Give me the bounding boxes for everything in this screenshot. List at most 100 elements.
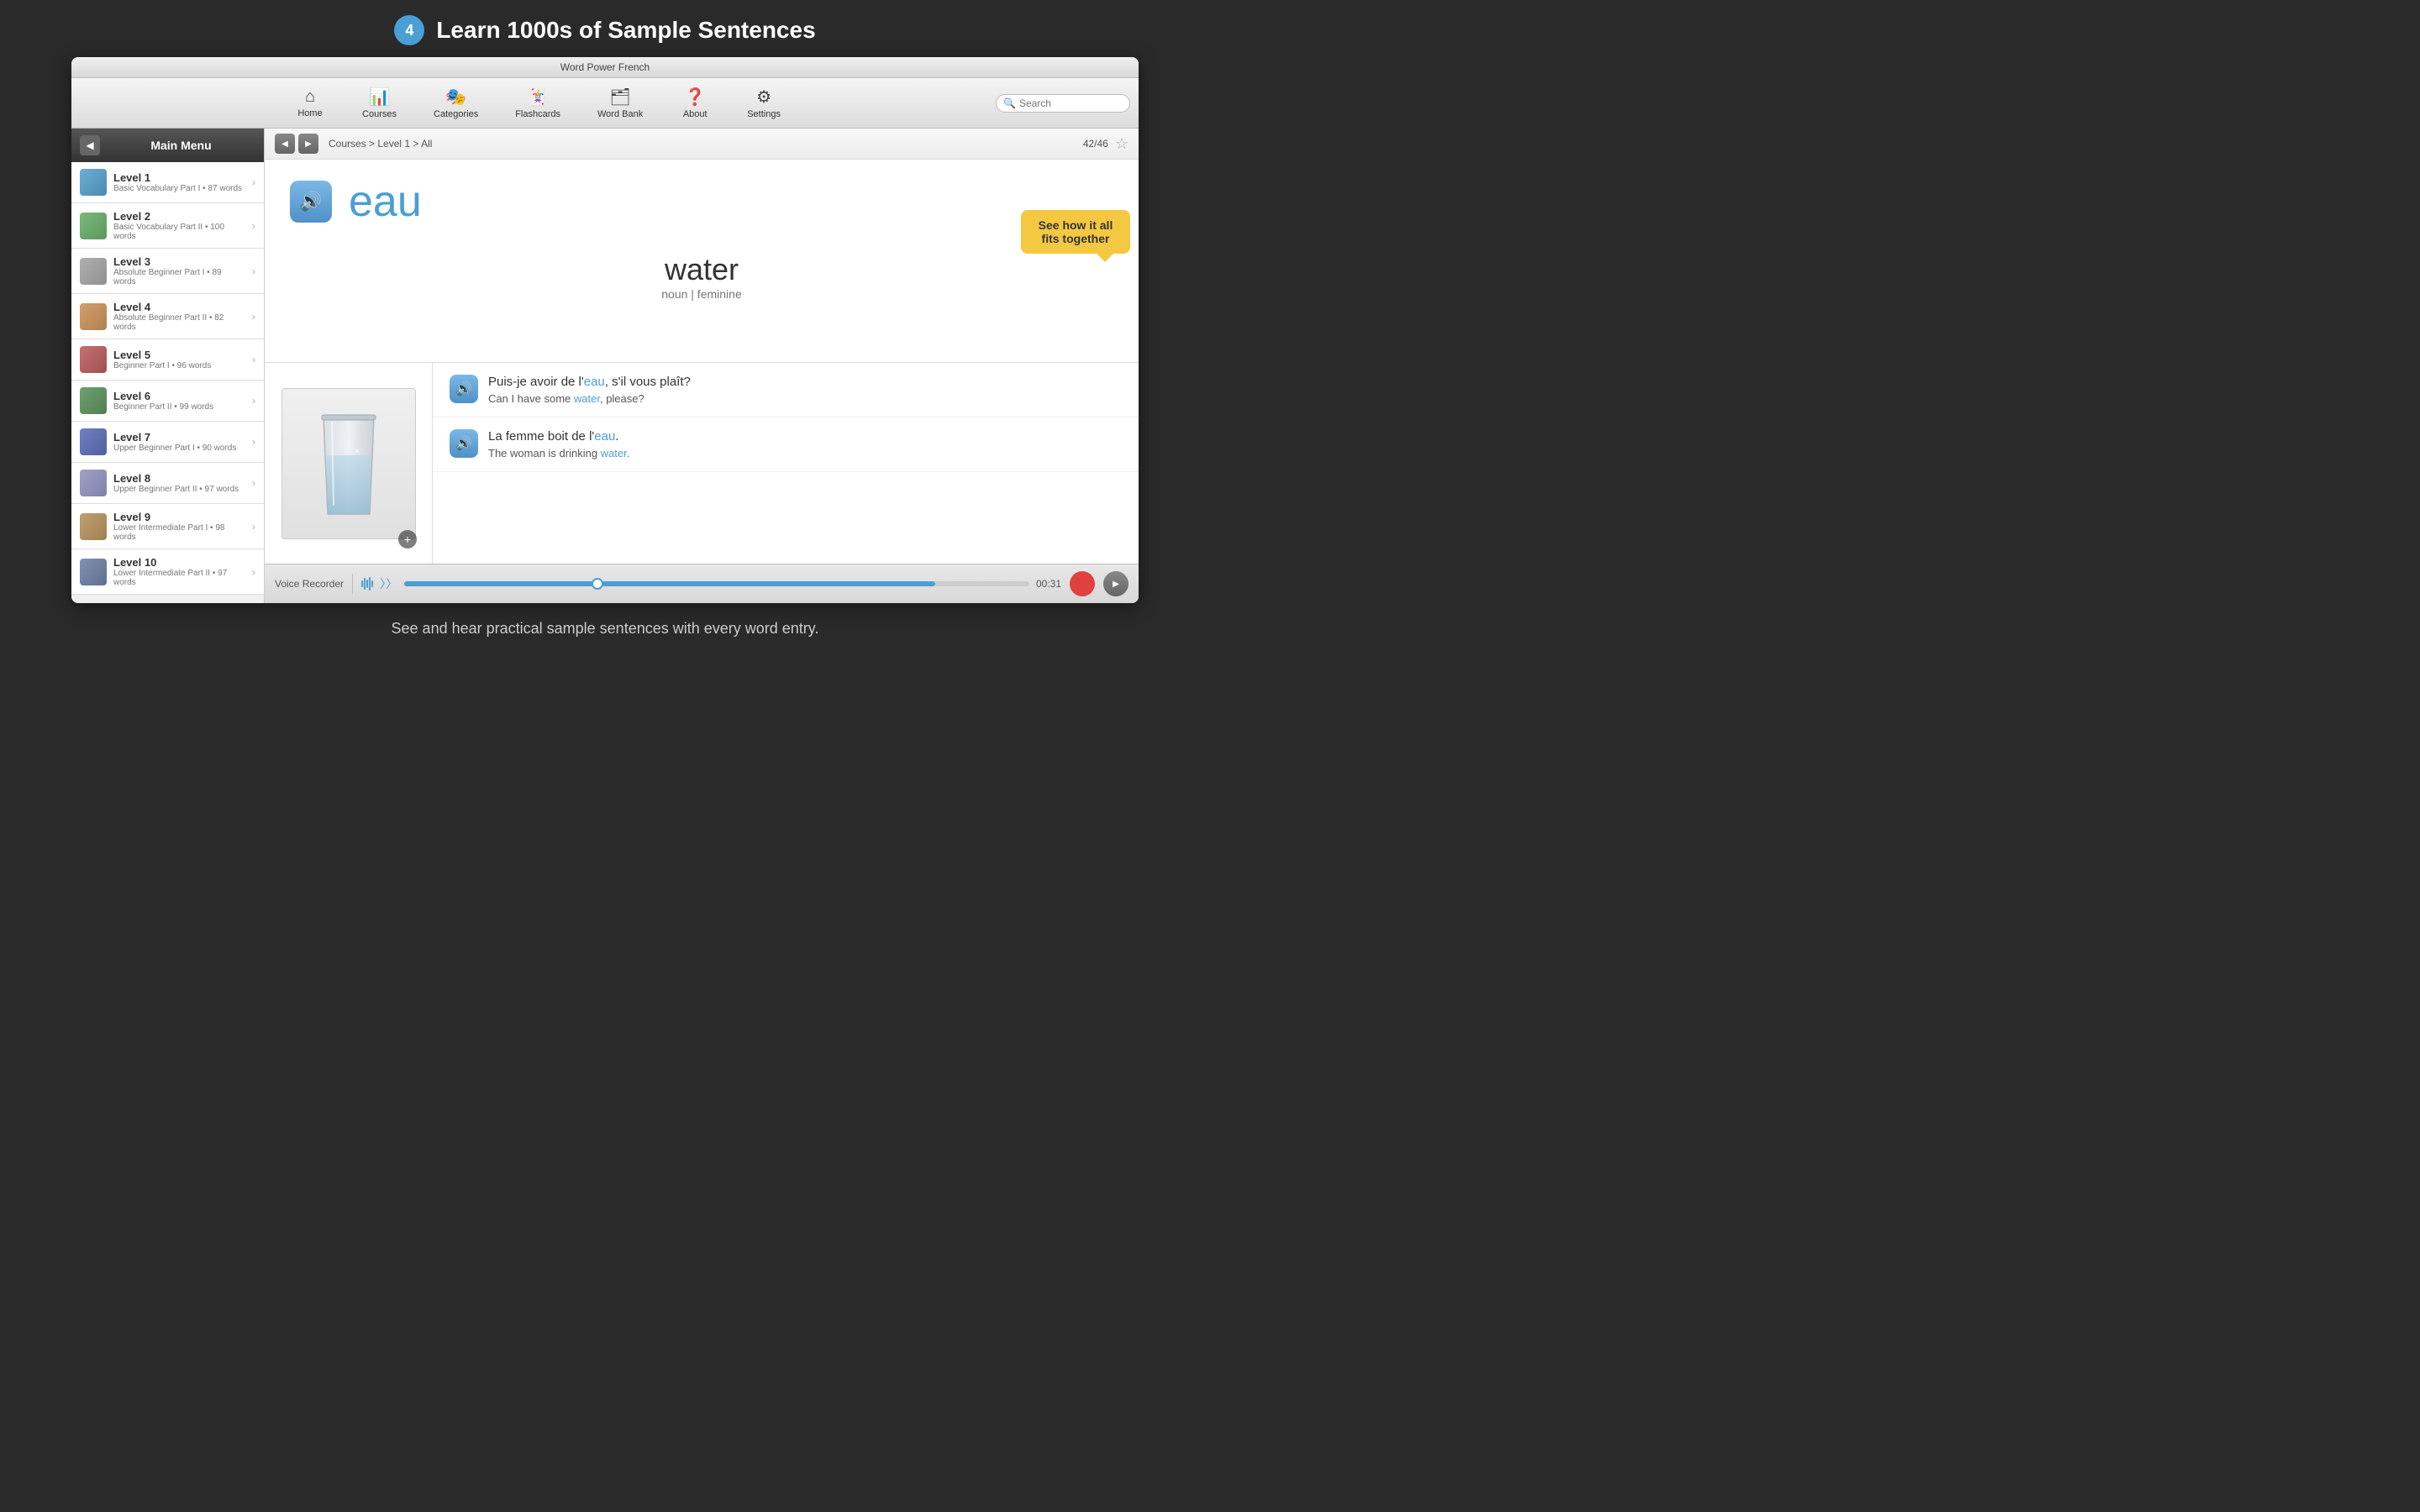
toolbar-courses[interactable]: 📊 Courses [352,83,407,123]
wave-bar [371,580,373,587]
wave-bar [369,577,371,591]
level-thumbnail [80,428,107,455]
level-desc: Lower Intermediate Part II • 97 words [113,569,245,587]
level-name: Level 9 [113,511,245,523]
home-label: Home [297,108,322,118]
toolbar-about[interactable]: ❓ About [670,83,720,123]
level-thumbnail [80,346,107,373]
toolbar-search-box[interactable]: 🔍 [996,94,1130,113]
toolbar-categories[interactable]: 🎭 Categories [424,83,488,123]
toolbar-wordbank[interactable]: 🗂 Word Bank [587,83,653,123]
flashcards-icon: 🃏 [528,87,549,108]
level-desc: Absolute Beginner Part I • 89 words [113,268,245,286]
level-item[interactable]: Level 3 Absolute Beginner Part I • 89 wo… [71,249,264,294]
sentence-audio-button[interactable]: 🔊 [450,429,478,458]
level-item[interactable]: Level 5 Beginner Part I • 96 words › [71,339,264,381]
level-desc: Basic Vocabulary Part II • 100 words [113,223,245,241]
english-highlight: water [574,392,600,405]
level-item[interactable]: Level 4 Absolute Beginner Part II • 82 w… [71,294,264,339]
french-highlight: eau [594,429,615,444]
wave-indicator-icon: 〉〉 [380,575,397,592]
word-top: 🔊 eau [290,176,1113,227]
level-thumbnail [80,213,107,239]
record-button[interactable] [1070,571,1095,596]
level-name: Level 10 [113,556,245,569]
sentences-area: + 🔊 Puis-je avoir de l'eau, s'il vous pl… [265,362,1139,564]
level-thumbnail [80,303,107,330]
favorite-button[interactable]: ☆ [1115,135,1128,153]
wordbank-icon: 🗂 [609,87,630,108]
search-input[interactable] [1019,97,1128,109]
progress-thumb[interactable] [592,578,603,590]
chevron-right-icon: › [252,311,255,323]
toolbar-items: ⌂ Home 📊 Courses 🎭 Categories 🃏 Flashcar… [80,83,996,123]
level-item[interactable]: Level 8 Upper Beginner Part II • 97 word… [71,463,264,504]
nav-prev-button[interactable]: ◀ [275,134,295,154]
level-name: Level 4 [113,301,245,313]
word-audio-button[interactable]: 🔊 [290,181,332,223]
level-item[interactable]: Level 10 Lower Intermediate Part II • 97… [71,549,264,595]
level-thumbnail [80,559,107,585]
sentence-english: Can I have some water, please? [488,392,1122,405]
level-desc: Beginner Part II • 99 words [113,402,245,412]
toolbar-flashcards[interactable]: 🃏 Flashcards [505,83,571,123]
chevron-right-icon: › [252,436,255,448]
word-display: 🔊 eau water noun | feminine See how it a… [265,160,1139,362]
speaker-icon: 🔊 [455,381,472,397]
level-item[interactable]: Level 7 Upper Beginner Part I • 90 words… [71,422,264,463]
chevron-right-icon: › [252,566,255,578]
sidebar-back-button[interactable]: ◀ [80,135,100,155]
nav-arrows: ◀ ▶ [275,134,318,154]
step-badge: 4 [394,15,424,45]
speaker-icon: 🔊 [455,435,472,452]
app-window: Word Power French ⌂ Home 📊 Courses 🎭 Cat… [71,57,1139,603]
top-title: Learn 1000s of Sample Sentences [436,17,815,44]
voice-recorder: Voice Recorder 〉〉 00:31 [265,564,1139,603]
level-info: Level 7 Upper Beginner Part I • 90 words [113,431,245,453]
sentence-text: La femme boit de l'eau. The woman is dri… [488,429,1122,459]
sentence-french: La femme boit de l'eau. [488,429,1122,444]
tooltip-callout: See how it all fits together [1021,210,1130,254]
level-desc: Upper Beginner Part II • 97 words [113,485,245,494]
about-label: About [683,109,708,119]
sentence-item: 🔊 Puis-je avoir de l'eau, s'il vous plaî… [433,363,1139,417]
level-item[interactable]: Level 2 Basic Vocabulary Part II • 100 w… [71,203,264,249]
nav-next-button[interactable]: ▶ [298,134,318,154]
about-icon: ❓ [685,87,706,108]
chevron-right-icon: › [252,477,255,489]
wordbank-label: Word Bank [597,109,643,119]
sentences-list: 🔊 Puis-je avoir de l'eau, s'il vous plaî… [433,363,1139,564]
level-name: Level 8 [113,472,245,485]
toolbar-home[interactable]: ⌂ Home [285,84,335,122]
french-highlight: eau [584,375,605,389]
level-thumbnail [80,258,107,285]
sentence-english: The woman is drinking water. [488,447,1122,459]
progress-bar[interactable] [404,581,1029,586]
level-thumbnail [80,513,107,540]
chevron-right-icon: › [252,220,255,232]
courses-icon: 📊 [369,87,390,108]
speaker-icon: 🔊 [299,191,322,213]
wave-bar [361,580,363,587]
zoom-button[interactable]: + [398,530,417,549]
sidebar-list: Level 1 Basic Vocabulary Part I • 87 wor… [71,162,264,603]
toolbar: ⌂ Home 📊 Courses 🎭 Categories 🃏 Flashcar… [71,78,1139,129]
wave-bar [366,580,368,588]
level-item[interactable]: Level 1 Basic Vocabulary Part I • 87 wor… [71,162,264,203]
level-desc: Basic Vocabulary Part I • 87 words [113,184,245,193]
toolbar-settings[interactable]: ⚙ Settings [737,83,791,123]
level-desc: Beginner Part I • 96 words [113,361,245,370]
level-info: Level 8 Upper Beginner Part II • 97 word… [113,472,245,494]
play-button[interactable]: ▶ [1103,571,1128,596]
sentence-french: Puis-je avoir de l'eau, s'il vous plaît? [488,375,1122,389]
level-item[interactable]: Level 9 Lower Intermediate Part I • 98 w… [71,504,264,549]
sentence-audio-button[interactable]: 🔊 [450,375,478,403]
level-name: Level 7 [113,431,245,444]
word-image [281,388,416,539]
level-item[interactable]: Level 6 Beginner Part II • 99 words › [71,381,264,422]
sentence-item: 🔊 La femme boit de l'eau. The woman is d… [433,417,1139,472]
level-info: Level 1 Basic Vocabulary Part I • 87 wor… [113,171,245,193]
image-panel: + [265,363,433,564]
level-thumbnail [80,387,107,414]
level-name: Level 6 [113,390,245,402]
